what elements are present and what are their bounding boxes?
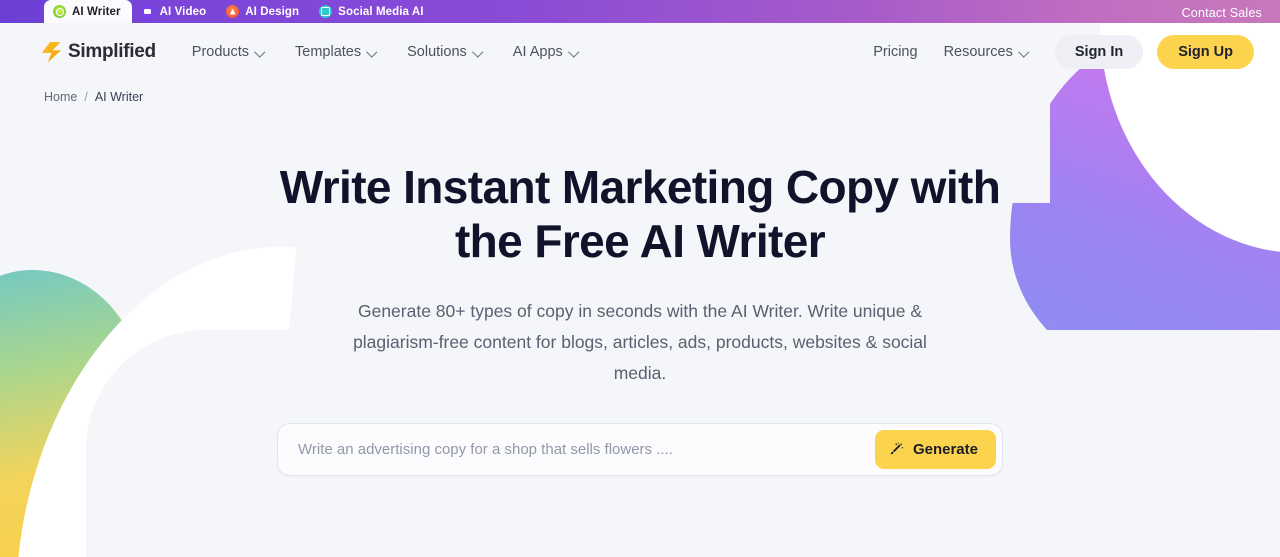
hero-section: Write Instant Marketing Copy with the Fr… bbox=[0, 104, 1280, 389]
page-title: Write Instant Marketing Copy with the Fr… bbox=[279, 161, 1001, 267]
product-tab-strip: AI Writer AI Video AI Design Social Medi… bbox=[0, 0, 1280, 23]
nav-item-solutions-label: Solutions bbox=[407, 44, 467, 60]
nav-items: Products Templates Solutions AI Apps bbox=[192, 44, 579, 60]
sign-in-button[interactable]: Sign In bbox=[1054, 35, 1144, 69]
brand-logo[interactable]: Simplified bbox=[42, 41, 156, 63]
prompt-input[interactable] bbox=[284, 430, 875, 469]
tabstrip-leading-space bbox=[0, 0, 44, 23]
nav-item-products[interactable]: Products bbox=[192, 44, 265, 60]
nav-item-solutions[interactable]: Solutions bbox=[407, 44, 483, 60]
breadcrumb-home[interactable]: Home bbox=[44, 90, 77, 104]
chevron-down-icon bbox=[1020, 48, 1029, 57]
page-root: AI Writer AI Video AI Design Social Medi… bbox=[0, 0, 1280, 557]
nav-item-templates[interactable]: Templates bbox=[295, 44, 377, 60]
ai-design-icon bbox=[226, 5, 240, 18]
tab-ai-writer-label: AI Writer bbox=[72, 5, 121, 18]
tab-social-media-ai[interactable]: Social Media AI bbox=[310, 0, 434, 23]
tab-ai-writer[interactable]: AI Writer bbox=[44, 0, 132, 23]
main-navbar: Simplified Products Templates Solutions … bbox=[0, 23, 1280, 81]
sign-up-button[interactable]: Sign Up bbox=[1157, 35, 1254, 69]
generate-button-label: Generate bbox=[912, 441, 978, 458]
tab-ai-video-label: AI Video bbox=[159, 5, 207, 18]
generate-button[interactable]: Generate bbox=[874, 430, 996, 469]
hero-subtitle: Generate 80+ types of copy in seconds wi… bbox=[353, 301, 927, 383]
nav-item-resources[interactable]: Resources bbox=[944, 44, 1029, 60]
nav-item-ai-apps-label: AI Apps bbox=[512, 44, 563, 60]
brand-name: Simplified bbox=[68, 41, 156, 62]
ai-writer-icon bbox=[53, 5, 66, 18]
nav-item-products-label: Products bbox=[191, 44, 250, 60]
nav-right-group: Pricing Resources Sign In Sign Up bbox=[873, 35, 1254, 69]
nav-item-pricing-label: Pricing bbox=[873, 44, 918, 60]
tab-ai-design[interactable]: AI Design bbox=[217, 0, 310, 23]
prompt-search-bar: Generate bbox=[277, 423, 1003, 476]
chevron-down-icon bbox=[570, 48, 579, 57]
nav-item-templates-label: Templates bbox=[295, 44, 362, 60]
nav-item-pricing[interactable]: Pricing bbox=[873, 44, 917, 60]
tab-social-media-ai-label: Social Media AI bbox=[338, 5, 424, 18]
nav-item-resources-label: Resources bbox=[943, 44, 1013, 60]
ai-video-icon bbox=[140, 5, 154, 18]
simplified-logo-icon bbox=[42, 41, 61, 63]
contact-sales-link[interactable]: Contact Sales bbox=[1182, 6, 1280, 23]
breadcrumb: Home / AI Writer bbox=[0, 81, 1280, 104]
chevron-down-icon bbox=[368, 48, 377, 57]
chevron-down-icon bbox=[256, 48, 265, 57]
magic-wand-icon bbox=[890, 441, 904, 454]
breadcrumb-separator: / bbox=[84, 90, 88, 104]
social-media-ai-icon bbox=[319, 5, 333, 18]
nav-item-ai-apps[interactable]: AI Apps bbox=[513, 44, 579, 60]
chevron-down-icon bbox=[474, 48, 483, 57]
breadcrumb-current: AI Writer bbox=[94, 90, 144, 104]
tab-ai-video[interactable]: AI Video bbox=[132, 0, 218, 23]
tab-ai-design-label: AI Design bbox=[245, 5, 300, 18]
